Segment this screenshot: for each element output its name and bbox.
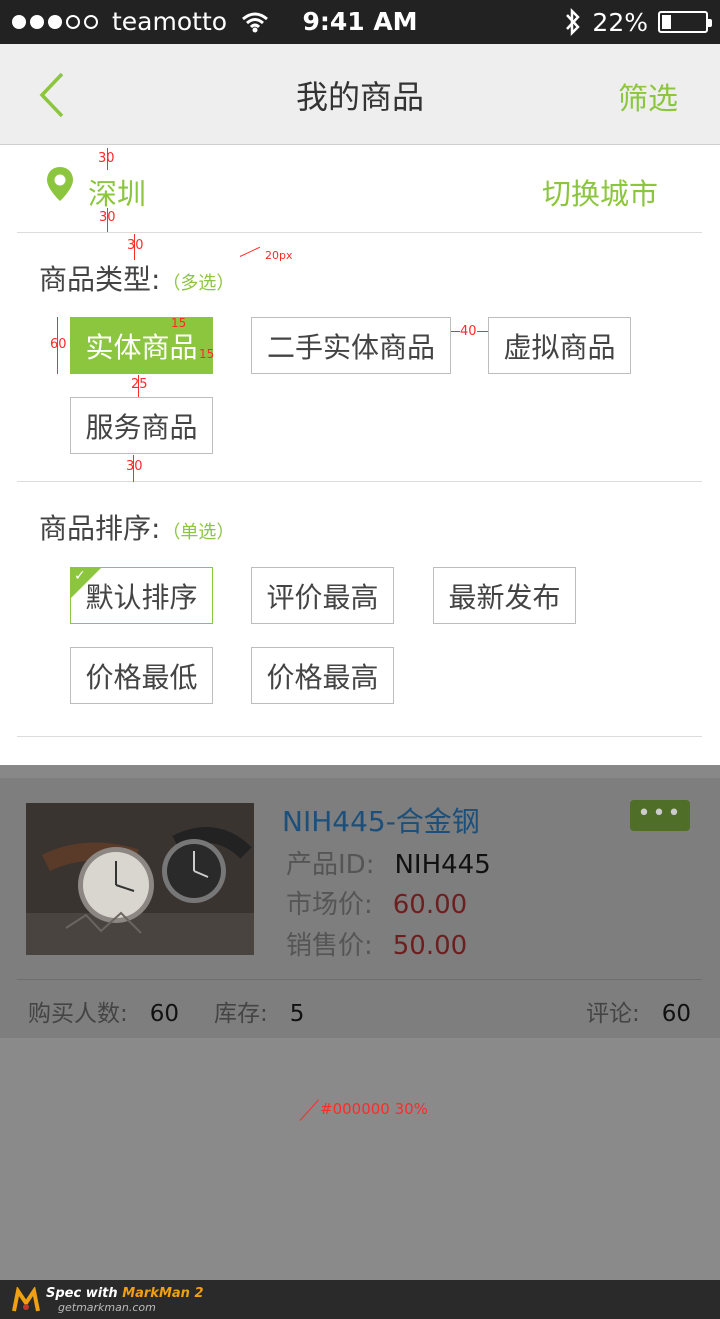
option-label: 价格最高 <box>266 660 379 694</box>
option-label: 评价最高 <box>266 580 379 614</box>
comments-label: 评论: <box>585 1001 640 1027</box>
annotation-label: 15 <box>199 347 215 361</box>
overlay-color-note: #000000 30% <box>320 1100 428 1118</box>
divider <box>17 979 702 980</box>
annotation-label: 40 <box>460 324 477 339</box>
watch-image <box>26 803 254 955</box>
option-label: 实体商品 <box>85 330 198 364</box>
product-type-label: 商品类型: <box>39 263 161 296</box>
type-option-physical[interactable]: 实体商品 <box>70 317 213 374</box>
market-price-value: 60.00 <box>392 890 468 920</box>
sale-price-row: 销售价: 50.00 <box>286 925 467 962</box>
stock-value: 5 <box>289 1001 305 1027</box>
sort-option-price-high[interactable]: 价格最高 <box>251 647 394 704</box>
filter-panel: 深圳 切换城市 商品类型: （多选） 实体商品 二手实体商品 虚拟商品 服务商品 … <box>0 145 720 765</box>
annotation-label: 20px <box>265 249 293 262</box>
status-bar: teamotto 9:41 AM 22% <box>0 0 720 44</box>
annotation-label: 30 <box>98 151 115 166</box>
buyers-value: 60 <box>149 1001 180 1027</box>
annotation-label: 30 <box>127 238 144 253</box>
buyers-label: 购买人数: <box>28 1001 128 1027</box>
battery-level <box>662 15 672 29</box>
product-card[interactable]: NIH445-合金钢 ••• 产品ID: NIH445 市场价: 60.00 销售价… <box>0 778 720 1038</box>
markman-logo-icon <box>12 1287 40 1312</box>
option-label: 服务商品 <box>85 410 198 444</box>
sort-title: 商品排序: （单选） <box>39 507 234 547</box>
check-icon: ✓ <box>74 568 86 584</box>
sort-option-default[interactable]: ✓ 默认排序 <box>70 567 213 624</box>
markman-title: Spec with MarkMan 2 <box>46 1286 204 1301</box>
filter-button[interactable]: 筛选 <box>618 74 678 118</box>
switch-city-button[interactable]: 切换城市 <box>542 171 658 213</box>
type-option-service[interactable]: 服务商品 <box>70 397 213 454</box>
battery-icon <box>658 11 712 33</box>
location-pin-icon <box>47 167 73 201</box>
annotation-label: 25 <box>131 377 148 392</box>
annotation-label: 60 <box>50 337 67 352</box>
navigation-bar: 我的商品 筛选 <box>0 44 720 145</box>
option-label: 默认排序 <box>85 580 198 614</box>
product-id-label: 产品ID: <box>286 850 375 880</box>
option-label: 价格最低 <box>85 660 198 694</box>
sort-option-newest[interactable]: 最新发布 <box>433 567 576 624</box>
product-type-hint: （多选） <box>162 273 235 294</box>
markman-url: getmarkman.com <box>58 1301 156 1314</box>
sale-price-value: 50.00 <box>392 931 468 961</box>
product-type-title: 商品类型: （多选） <box>39 258 234 298</box>
markman-prefix: Spec with <box>46 1286 123 1301</box>
buyers-stat: 购买人数: 60 <box>28 994 179 1028</box>
status-bar-right: 22% <box>564 7 712 37</box>
markman-brand: MarkMan 2 <box>122 1286 204 1301</box>
sort-option-rating[interactable]: 评价最高 <box>251 567 394 624</box>
product-id-row: 产品ID: NIH445 <box>286 844 491 881</box>
sort-option-price-low[interactable]: 价格最低 <box>70 647 213 704</box>
current-city: 深圳 <box>88 177 147 211</box>
product-id-value: NIH445 <box>394 850 491 880</box>
divider <box>17 232 702 233</box>
product-name[interactable]: NIH445-合金钢 <box>282 800 480 840</box>
annotation-label: 30 <box>126 459 143 474</box>
markman-bar: Spec with MarkMan 2 getmarkman.com <box>0 1280 720 1319</box>
page-title: 我的商品 <box>295 78 424 116</box>
stock-label: 库存: <box>214 1001 268 1027</box>
divider <box>17 481 702 482</box>
stock-stat: 库存: 5 <box>214 994 304 1028</box>
battery-percent: 22% <box>592 7 648 37</box>
annotation-line <box>299 1099 320 1121</box>
annotation-label: 15 <box>171 316 187 330</box>
sale-price-label: 销售价: <box>286 931 373 961</box>
type-option-second-hand[interactable]: 二手实体商品 <box>251 317 451 374</box>
sort-label: 商品排序: <box>39 512 161 545</box>
sort-hint: （单选） <box>162 522 235 543</box>
annotation-label: 30 <box>99 210 116 225</box>
divider <box>17 736 702 737</box>
product-image <box>26 803 254 955</box>
market-price-label: 市场价: <box>286 890 373 920</box>
comments-value: 60 <box>661 1001 691 1027</box>
comments-stat: 评论: 60 <box>586 994 691 1028</box>
option-label: 二手实体商品 <box>266 330 435 364</box>
type-option-virtual[interactable]: 虚拟商品 <box>488 317 631 374</box>
more-dots-icon[interactable]: ••• <box>630 800 690 831</box>
overlay-area <box>0 765 720 778</box>
option-label: 最新发布 <box>448 580 561 614</box>
market-price-row: 市场价: 60.00 <box>286 884 467 921</box>
option-label: 虚拟商品 <box>503 330 616 364</box>
bluetooth-icon <box>566 7 581 37</box>
